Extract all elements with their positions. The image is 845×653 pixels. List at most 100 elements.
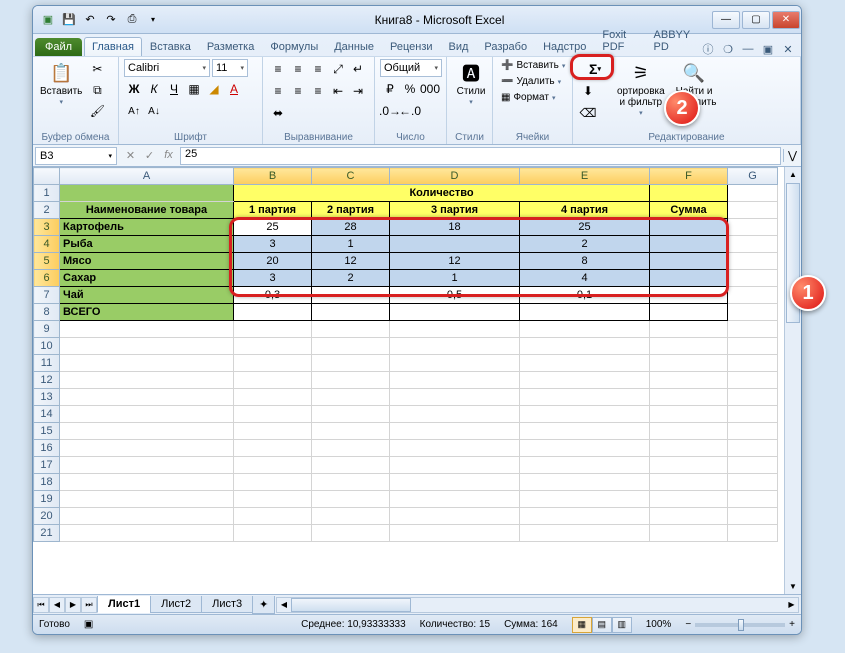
cell[interactable]	[390, 406, 520, 423]
tab-formulas[interactable]: Формулы	[262, 37, 326, 56]
cell[interactable]	[60, 457, 234, 474]
cell[interactable]	[650, 321, 728, 338]
cell[interactable]	[520, 338, 650, 355]
grid-scroll[interactable]: A B C D E F G 1 Количество 2	[33, 167, 801, 594]
border-button[interactable]: ▦	[184, 79, 204, 99]
col-header[interactable]: G	[728, 168, 778, 185]
cell[interactable]	[728, 474, 778, 491]
enter-formula-icon[interactable]: ✓	[141, 149, 158, 162]
cell[interactable]	[312, 304, 390, 321]
cell[interactable]	[390, 508, 520, 525]
zoom-in-icon[interactable]: +	[789, 619, 795, 630]
cell[interactable]	[520, 355, 650, 372]
sheet-tab[interactable]: Лист2	[150, 596, 202, 613]
row-header[interactable]: 3	[34, 219, 60, 236]
col-header[interactable]: F	[650, 168, 728, 185]
scrollbar-thumb[interactable]	[786, 183, 800, 323]
cell[interactable]: 0,3	[234, 287, 312, 304]
cell[interactable]: 0,5	[390, 287, 520, 304]
cell[interactable]	[728, 457, 778, 474]
cell[interactable]: 28	[312, 219, 390, 236]
cell[interactable]	[650, 287, 728, 304]
sheet-nav-prev-icon[interactable]: ◀	[49, 597, 65, 613]
paste-button[interactable]: 📋 Вставить ▾	[38, 59, 84, 108]
sheet-nav-next-icon[interactable]: ▶	[65, 597, 81, 613]
col-header[interactable]: A	[60, 168, 234, 185]
align-top-icon[interactable]: ≡	[268, 59, 288, 79]
cell[interactable]	[650, 270, 728, 287]
cell[interactable]: 1 партия	[234, 202, 312, 219]
cell[interactable]	[520, 372, 650, 389]
cell[interactable]	[234, 491, 312, 508]
font-color-button[interactable]: А	[224, 79, 244, 99]
row-header[interactable]: 7	[34, 287, 60, 304]
cell[interactable]	[234, 321, 312, 338]
expand-formula-bar-icon[interactable]: ⋁	[783, 149, 801, 162]
cell[interactable]	[728, 270, 778, 287]
cell[interactable]	[728, 440, 778, 457]
cell[interactable]	[728, 253, 778, 270]
cell[interactable]	[60, 491, 234, 508]
cell[interactable]: 0,1	[520, 287, 650, 304]
cell[interactable]	[60, 372, 234, 389]
cell[interactable]	[728, 372, 778, 389]
cell[interactable]	[728, 236, 778, 253]
cell[interactable]	[312, 525, 390, 542]
cell[interactable]	[650, 491, 728, 508]
cut-icon[interactable]: ✂	[87, 59, 107, 79]
cell[interactable]	[728, 525, 778, 542]
cell[interactable]	[650, 338, 728, 355]
cell[interactable]	[60, 525, 234, 542]
row-header[interactable]: 8	[34, 304, 60, 321]
cell[interactable]	[60, 389, 234, 406]
cell[interactable]	[390, 389, 520, 406]
row-header[interactable]: 20	[34, 508, 60, 525]
cell[interactable]: 4	[520, 270, 650, 287]
cell[interactable]	[650, 406, 728, 423]
select-all-corner[interactable]	[34, 168, 60, 185]
save-icon[interactable]: 💾	[60, 11, 78, 29]
scrollbar-thumb[interactable]	[291, 598, 411, 612]
cell[interactable]	[650, 219, 728, 236]
cell[interactable]	[234, 338, 312, 355]
cell[interactable]	[60, 406, 234, 423]
cell[interactable]	[728, 508, 778, 525]
cell[interactable]	[728, 287, 778, 304]
row-header[interactable]: 15	[34, 423, 60, 440]
col-header[interactable]: E	[520, 168, 650, 185]
cell[interactable]	[234, 389, 312, 406]
row-header[interactable]: 2	[34, 202, 60, 219]
tab-addins[interactable]: Надстро	[535, 37, 594, 56]
cell[interactable]	[234, 508, 312, 525]
align-left-icon[interactable]: ≡	[268, 81, 288, 101]
row-header[interactable]: 18	[34, 474, 60, 491]
cell[interactable]	[728, 304, 778, 321]
scroll-up-icon[interactable]: ▲	[785, 167, 801, 182]
row-header[interactable]: 21	[34, 525, 60, 542]
align-bottom-icon[interactable]: ≡	[308, 59, 328, 79]
cell[interactable]: Картофель	[60, 219, 234, 236]
row-header[interactable]: 13	[34, 389, 60, 406]
cell[interactable]: 12	[312, 253, 390, 270]
cell[interactable]	[60, 508, 234, 525]
macro-rec-icon[interactable]: ▣	[84, 619, 93, 630]
name-box[interactable]: B3▾	[35, 147, 117, 165]
cell[interactable]: Сахар	[60, 270, 234, 287]
col-header[interactable]: C	[312, 168, 390, 185]
orientation-icon[interactable]: ⤢	[328, 59, 348, 79]
row-header[interactable]: 4	[34, 236, 60, 253]
row-header[interactable]: 10	[34, 338, 60, 355]
row-header[interactable]: 11	[34, 355, 60, 372]
cell[interactable]: Чай	[60, 287, 234, 304]
cell[interactable]	[312, 355, 390, 372]
cell[interactable]	[650, 253, 728, 270]
cell[interactable]	[520, 423, 650, 440]
cell[interactable]	[60, 185, 234, 202]
cell[interactable]	[728, 321, 778, 338]
zoom-knob[interactable]	[738, 619, 744, 631]
zoom-slider[interactable]: − +	[685, 619, 795, 630]
cell[interactable]	[728, 423, 778, 440]
sort-filter-button[interactable]: ⚞ ортировка и фильтр ▾	[615, 59, 667, 119]
cell[interactable]	[234, 457, 312, 474]
currency-icon[interactable]: ₽	[380, 79, 400, 99]
